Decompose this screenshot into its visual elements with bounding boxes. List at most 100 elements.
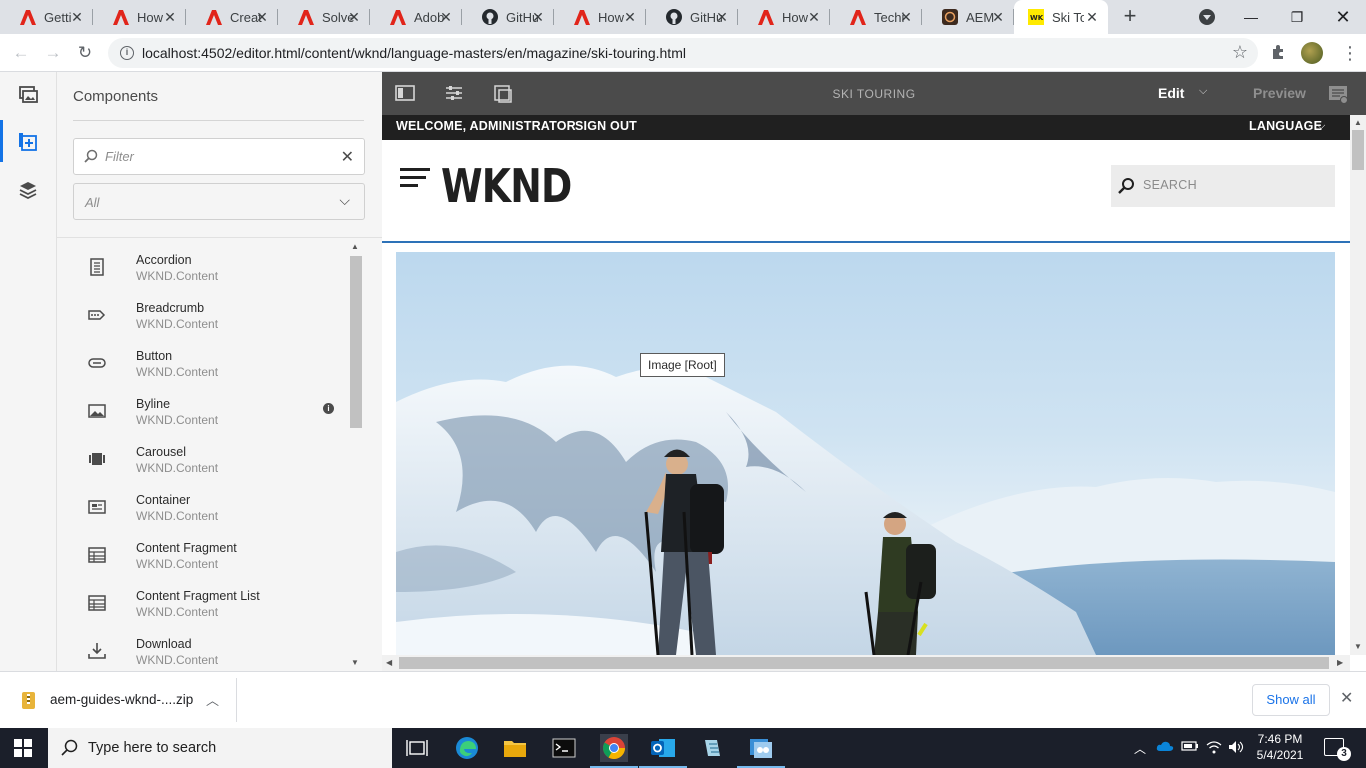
url-text[interactable]: localhost:4502/editor.html/content/wknd/…: [142, 45, 686, 61]
close-icon[interactable]: ✕: [254, 9, 270, 25]
menu-icon[interactable]: [400, 168, 430, 188]
adobe-icon: [206, 9, 222, 25]
chrome-icon[interactable]: [590, 734, 638, 768]
tab-1[interactable]: Getti ✕: [0, 0, 93, 34]
taskbar-search[interactable]: Type here to search: [48, 728, 392, 768]
notepad-icon[interactable]: [698, 734, 726, 762]
assets-icon[interactable]: [18, 84, 40, 106]
scroll-up-icon[interactable]: ▲: [351, 242, 359, 251]
terminal-icon[interactable]: [550, 734, 578, 762]
scroll-down-icon[interactable]: ▼: [351, 658, 359, 667]
clear-icon[interactable]: ✕: [341, 147, 354, 167]
language-menu[interactable]: LANGUAGE: [1249, 119, 1322, 133]
list-item[interactable]: Content Fragment List WKND.Content: [57, 580, 347, 628]
list-item[interactable]: Byline WKND.Content i: [57, 388, 347, 436]
tab-9[interactable]: How ✕: [738, 0, 830, 34]
chevron-down-icon[interactable]: ⌵: [1317, 120, 1326, 133]
list-item[interactable]: Content Fragment WKND.Content: [57, 532, 347, 580]
scroll-up-icon[interactable]: ▲: [1354, 118, 1362, 127]
reload-button[interactable]: ↻: [72, 40, 98, 66]
minimize-button[interactable]: —: [1228, 0, 1274, 34]
content-tree-icon[interactable]: [18, 180, 40, 202]
close-icon[interactable]: ✕: [162, 9, 178, 25]
tab-4[interactable]: Solve ✕: [278, 0, 370, 34]
profile-avatar[interactable]: [1301, 42, 1323, 64]
tab-8[interactable]: GitHu ✕: [646, 0, 738, 34]
snipping-tool-icon[interactable]: [737, 734, 785, 768]
forward-button[interactable]: →: [40, 40, 66, 66]
close-icon[interactable]: ✕: [346, 9, 362, 25]
system-clock[interactable]: 7:46 PM 5/4/2021: [1252, 731, 1308, 763]
extensions-icon[interactable]: [1270, 43, 1290, 63]
close-window-button[interactable]: ✕: [1320, 0, 1366, 34]
show-all-button[interactable]: Show all: [1252, 684, 1330, 716]
close-icon[interactable]: ✕: [990, 9, 1006, 25]
close-icon[interactable]: ✕: [530, 9, 546, 25]
file-explorer-icon[interactable]: [501, 734, 529, 762]
annotations-icon[interactable]: [1328, 84, 1348, 104]
volume-icon[interactable]: [1228, 740, 1244, 756]
editor-horizontal-scrollbar[interactable]: ◀ ▶: [382, 655, 1350, 671]
list-item[interactable]: Breadcrumb WKND.Content: [57, 292, 347, 340]
list-item[interactable]: Accordion WKND.Content: [57, 244, 347, 292]
scrollbar-thumb[interactable]: [399, 657, 1329, 669]
tab-7[interactable]: How ✕: [554, 0, 646, 34]
notifications-icon[interactable]: 3: [1324, 738, 1351, 761]
component-list-scrollbar[interactable]: ▲ ▼: [348, 238, 362, 671]
tab-3[interactable]: Creat ✕: [186, 0, 278, 34]
tab-11[interactable]: AEM ✕: [922, 0, 1014, 34]
battery-icon[interactable]: [1181, 740, 1199, 756]
list-item[interactable]: Download WKND.Content: [57, 628, 347, 671]
site-logo[interactable]: WKND: [441, 159, 572, 213]
list-item[interactable]: Button WKND.Content: [57, 340, 347, 388]
tab-search-icon[interactable]: [1199, 9, 1215, 25]
tab-5[interactable]: Adob ✕: [370, 0, 462, 34]
wifi-icon[interactable]: [1206, 740, 1222, 756]
tab-6[interactable]: GitHu ✕: [462, 0, 554, 34]
scrollbar-thumb[interactable]: [350, 256, 362, 428]
close-icon[interactable]: ✕: [438, 9, 454, 25]
info-icon[interactable]: i: [120, 46, 134, 60]
list-item[interactable]: Carousel WKND.Content: [57, 436, 347, 484]
list-item[interactable]: Container WKND.Content: [57, 484, 347, 532]
scroll-left-icon[interactable]: ◀: [386, 658, 392, 667]
sign-out-link[interactable]: SIGN OUT: [575, 119, 637, 133]
filter-input[interactable]: Filter ✕: [73, 138, 365, 175]
components-icon[interactable]: [18, 132, 40, 154]
scrollbar-thumb[interactable]: [1352, 130, 1364, 170]
editor-vertical-scrollbar[interactable]: ▲ ▼: [1350, 115, 1366, 655]
new-tab-button[interactable]: +: [1118, 5, 1142, 29]
close-icon[interactable]: ✕: [1084, 9, 1100, 25]
close-icon[interactable]: ✕: [806, 9, 822, 25]
scroll-right-icon[interactable]: ▶: [1337, 658, 1343, 667]
chevron-up-icon[interactable]: ︿: [206, 690, 219, 709]
preview-button[interactable]: Preview: [1253, 85, 1306, 101]
close-icon[interactable]: ✕: [622, 9, 638, 25]
onedrive-icon[interactable]: [1156, 740, 1174, 756]
tab-12-active[interactable]: WK Ski To ✕: [1014, 0, 1108, 34]
windows-start-icon[interactable]: [14, 739, 32, 757]
task-view-icon[interactable]: [403, 734, 431, 762]
tab-10[interactable]: Techi ✕: [830, 0, 922, 34]
chevron-down-icon[interactable]: ⌵: [1199, 85, 1207, 98]
close-icon[interactable]: ✕: [1340, 688, 1353, 708]
info-icon[interactable]: i: [323, 403, 334, 414]
download-file-name[interactable]: aem-guides-wknd-....zip: [50, 692, 193, 707]
back-button[interactable]: ←: [8, 40, 34, 66]
chevron-up-icon[interactable]: ︿: [1134, 740, 1146, 756]
close-icon[interactable]: ✕: [714, 9, 730, 25]
outlook-icon[interactable]: [639, 734, 687, 768]
scroll-down-icon[interactable]: ▼: [1354, 642, 1362, 651]
close-icon[interactable]: ✕: [898, 9, 914, 25]
browser-menu-icon[interactable]: ⋮: [1340, 40, 1360, 66]
mode-selector[interactable]: Edit: [1158, 85, 1184, 101]
address-bar[interactable]: i localhost:4502/editor.html/content/wkn…: [108, 38, 1258, 68]
tab-2[interactable]: How ✕: [93, 0, 186, 34]
edge-icon[interactable]: [453, 734, 481, 762]
site-search-input[interactable]: SEARCH: [1111, 165, 1335, 207]
hero-image[interactable]: [396, 252, 1335, 655]
maximize-button[interactable]: ❐: [1274, 0, 1320, 34]
star-icon[interactable]: ☆: [1232, 42, 1248, 63]
close-icon[interactable]: ✕: [69, 9, 85, 25]
component-group-select[interactable]: All ⌵: [73, 183, 365, 220]
